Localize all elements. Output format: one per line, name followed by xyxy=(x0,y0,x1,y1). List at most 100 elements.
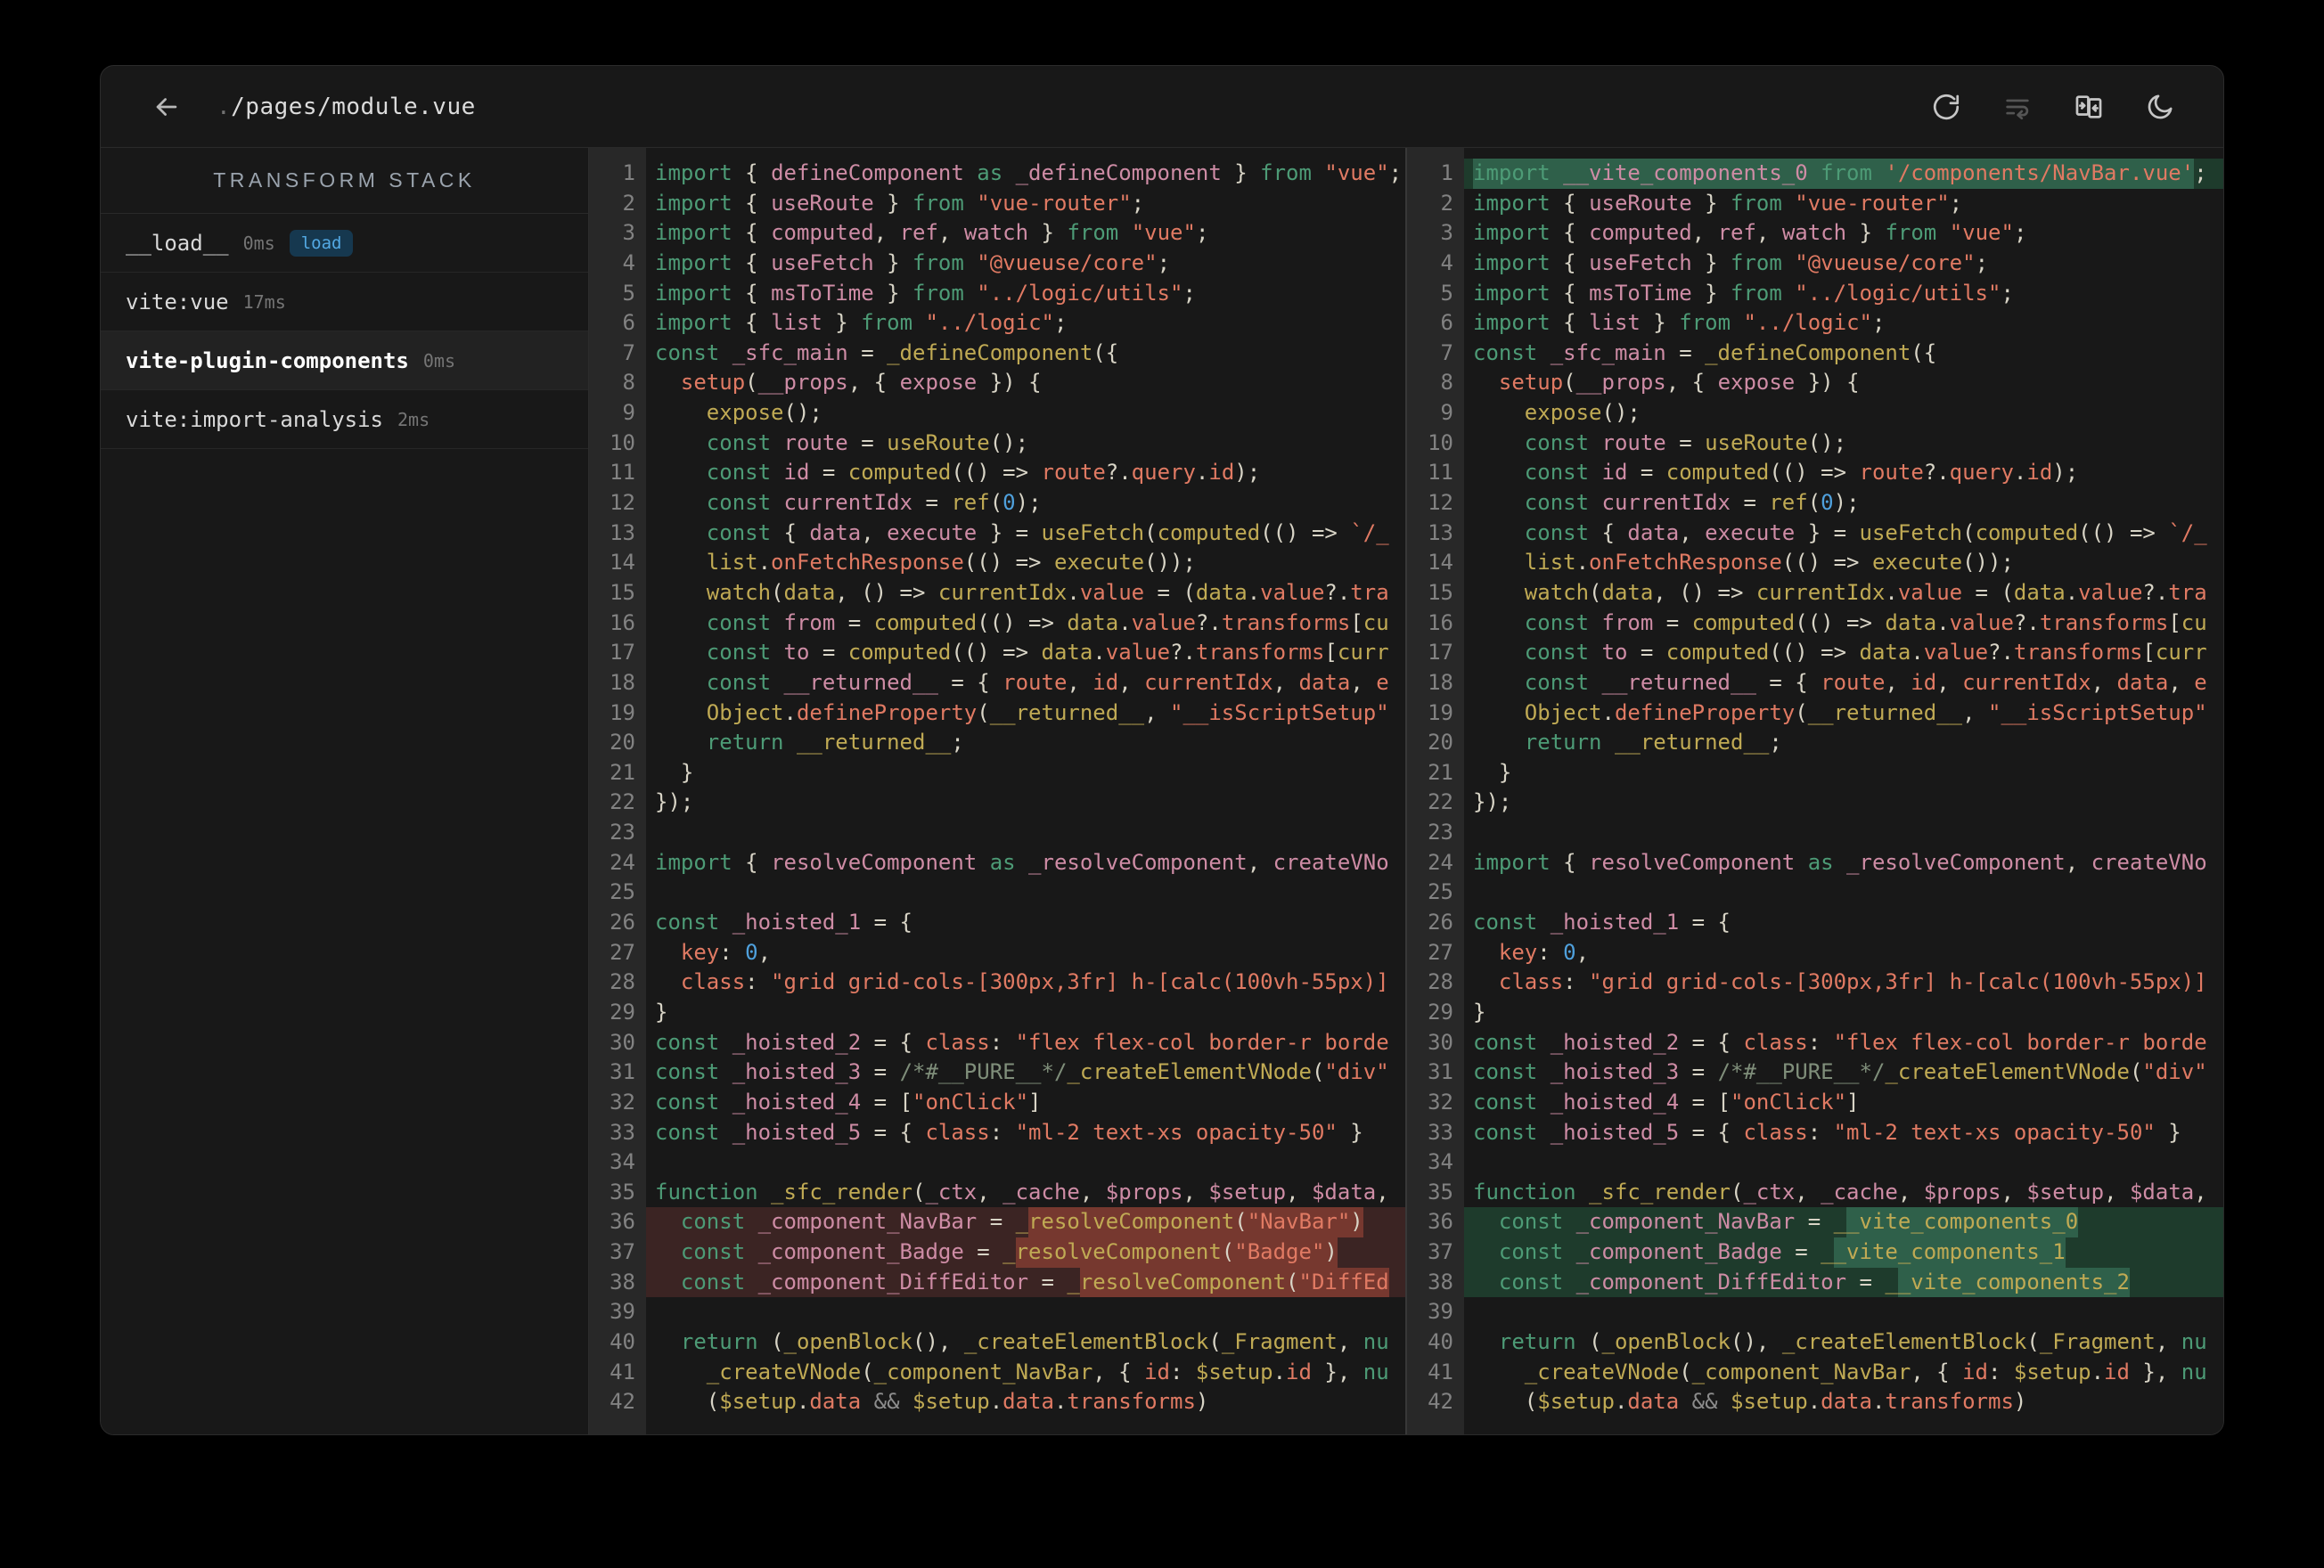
code-line-right-35: 35 function _sfc_render(_ctx, _cache, $pr… xyxy=(1407,1178,2223,1208)
split-view-button[interactable] xyxy=(2072,90,2106,124)
code-text: import { computed, ref, watch } from "vu… xyxy=(1473,220,2027,246)
plugin-name: vite:import-analysis xyxy=(126,406,383,432)
code-panel-before[interactable]: 1 import { defineComponent as _defineComp… xyxy=(589,148,1405,1434)
code-panel-after[interactable]: 1 import __vite_components_0 from '/compo… xyxy=(1405,148,2223,1434)
code-text: const _hoisted_2 = { class: "flex flex-c… xyxy=(655,1029,1389,1055)
code-line-left-16: 16 const from = computed(() => data.valu… xyxy=(589,608,1405,639)
refresh-button[interactable] xyxy=(1929,90,1963,124)
code-text: import { useRoute } from "vue-router"; xyxy=(655,190,1145,216)
line-number: 21 xyxy=(1428,759,1453,785)
code-line-left-40: 40 return (_openBlock(), _createElementB… xyxy=(589,1327,1405,1358)
line-number: 38 xyxy=(1428,1269,1453,1294)
line-number: 31 xyxy=(1428,1059,1453,1085)
line-number: 37 xyxy=(1428,1239,1453,1265)
line-number: 17 xyxy=(1428,640,1453,666)
header-actions xyxy=(1929,90,2177,124)
code-text: import { useFetch } from "@vueuse/core"; xyxy=(1473,249,1989,275)
sidebar-item-vite-import-analysis[interactable]: vite:import-analysis 2ms xyxy=(101,390,588,449)
line-number: 1 xyxy=(1440,160,1453,185)
line-number: 23 xyxy=(610,820,635,845)
code-line-right-3: 3 import { computed, ref, watch } from "v… xyxy=(1407,218,2223,249)
code-text: const route = useRoute(); xyxy=(706,429,1029,455)
sidebar-item-vite-plugin-components[interactable]: vite-plugin-components 0ms xyxy=(101,331,588,390)
split-view-icon xyxy=(2075,94,2102,118)
line-number: 35 xyxy=(1428,1179,1453,1205)
sidebar-item-vite-vue[interactable]: vite:vue 17ms xyxy=(101,273,588,331)
line-number: 2 xyxy=(622,190,635,216)
code-text: const _hoisted_1 = { xyxy=(655,910,912,935)
line-number: 5 xyxy=(622,280,635,306)
line-number: 42 xyxy=(610,1389,635,1415)
code-text: Object.defineProperty(__returned__, "__i… xyxy=(1524,699,2207,725)
line-number: 24 xyxy=(610,849,635,875)
line-number: 5 xyxy=(1440,280,1453,306)
code-text: _createVNode(_component_NavBar, { id: $s… xyxy=(1524,1359,2207,1384)
code-text: import { msToTime } from "../logic/utils… xyxy=(1473,280,2014,306)
sidebar-item-load[interactable]: __load__ 0ms load xyxy=(101,214,588,273)
code-line-right-38: 38 const _component_DiffEditor = __vite_… xyxy=(1407,1267,2223,1298)
code-text: setup(__props, { expose }) { xyxy=(1498,370,1860,396)
line-number: 24 xyxy=(1428,849,1453,875)
line-number: 9 xyxy=(1440,400,1453,426)
code-line-right-2: 2 import { useRoute } from "vue-router"; xyxy=(1407,189,2223,219)
code-line-right-25: 25 xyxy=(1407,878,2223,908)
code-text: const _hoisted_5 = { class: "ml-2 text-x… xyxy=(655,1119,1363,1145)
line-number: 36 xyxy=(610,1209,635,1235)
line-number: 35 xyxy=(610,1179,635,1205)
code-text: } xyxy=(655,999,668,1025)
line-number: 16 xyxy=(1428,609,1453,635)
code-line-left-32: 32 const _hoisted_4 = ["onClick"] xyxy=(589,1088,1405,1118)
line-number: 30 xyxy=(610,1029,635,1055)
dark-mode-button[interactable] xyxy=(2143,90,2177,124)
line-number: 33 xyxy=(1428,1119,1453,1145)
line-number: 32 xyxy=(1428,1089,1453,1115)
code-text: const route = useRoute(); xyxy=(1524,429,1847,455)
code-line-left-11: 11 const id = computed(() => route?.quer… xyxy=(589,458,1405,488)
title-prefix: . xyxy=(217,93,232,120)
line-number: 14 xyxy=(610,550,635,576)
line-number: 19 xyxy=(1428,699,1453,725)
line-number: 25 xyxy=(1428,879,1453,905)
plugin-name: __load__ xyxy=(126,230,229,256)
arrow-left-icon xyxy=(156,97,177,116)
code-text: const _hoisted_3 = /*#__PURE__*/_createE… xyxy=(655,1059,1389,1085)
code-text: class: "grid grid-cols-[300px,3fr] h-[ca… xyxy=(1498,969,2207,995)
plugin-time: 17ms xyxy=(242,290,286,313)
code-text: return (_openBlock(), _createElementBloc… xyxy=(680,1328,1389,1354)
transform-stack-sidebar: TRANSFORM STACK __load__ 0ms load vite:vue 1… xyxy=(101,148,589,1434)
plugin-time: 0ms xyxy=(422,349,456,372)
code-text: const to = computed(() => data.value?.tr… xyxy=(1524,640,2207,666)
line-number: 31 xyxy=(610,1059,635,1085)
line-number: 13 xyxy=(1428,519,1453,545)
line-number: 18 xyxy=(1428,669,1453,695)
code-text: const _component_DiffEditor = __vite_com… xyxy=(1464,1267,2223,1298)
code-line-left-7: 7 const _sfc_main = _defineComponent({ xyxy=(589,339,1405,369)
code-line-left-26: 26 const _hoisted_1 = { xyxy=(589,908,1405,938)
line-wrap-button[interactable] xyxy=(2001,90,2034,124)
line-number: 2 xyxy=(1440,190,1453,216)
code-text: ($setup.data && $setup.data.transforms) xyxy=(1473,1389,2027,1415)
code-line-right-20: 20 return __returned__; xyxy=(1407,728,2223,758)
code-line-left-21: 21 } xyxy=(589,758,1405,788)
line-number: 34 xyxy=(1428,1149,1453,1175)
line-number: 13 xyxy=(610,519,635,545)
code-line-left-37: 37 const _component_Badge = _resolveComp… xyxy=(589,1237,1405,1268)
back-button[interactable] xyxy=(149,89,184,125)
code-text: const _hoisted_4 = ["onClick"] xyxy=(1473,1089,1860,1115)
sidebar-title: TRANSFORM STACK xyxy=(101,148,588,214)
line-number: 33 xyxy=(610,1119,635,1145)
line-number: 40 xyxy=(610,1328,635,1354)
code-line-left-24: 24 import { resolveComponent as _resolveC… xyxy=(589,848,1405,878)
code-line-left-28: 28 class: "grid grid-cols-[300px,3fr] h-… xyxy=(589,968,1405,998)
line-number: 29 xyxy=(610,999,635,1025)
line-number: 1 xyxy=(622,160,635,185)
code-line-right-34: 34 xyxy=(1407,1147,2223,1178)
line-number: 3 xyxy=(622,220,635,246)
code-line-right-30: 30 const _hoisted_2 = { class: "flex flex… xyxy=(1407,1028,2223,1058)
code-line-right-39: 39 xyxy=(1407,1297,2223,1327)
code-line-left-13: 13 const { data, execute } = useFetch(co… xyxy=(589,519,1405,549)
